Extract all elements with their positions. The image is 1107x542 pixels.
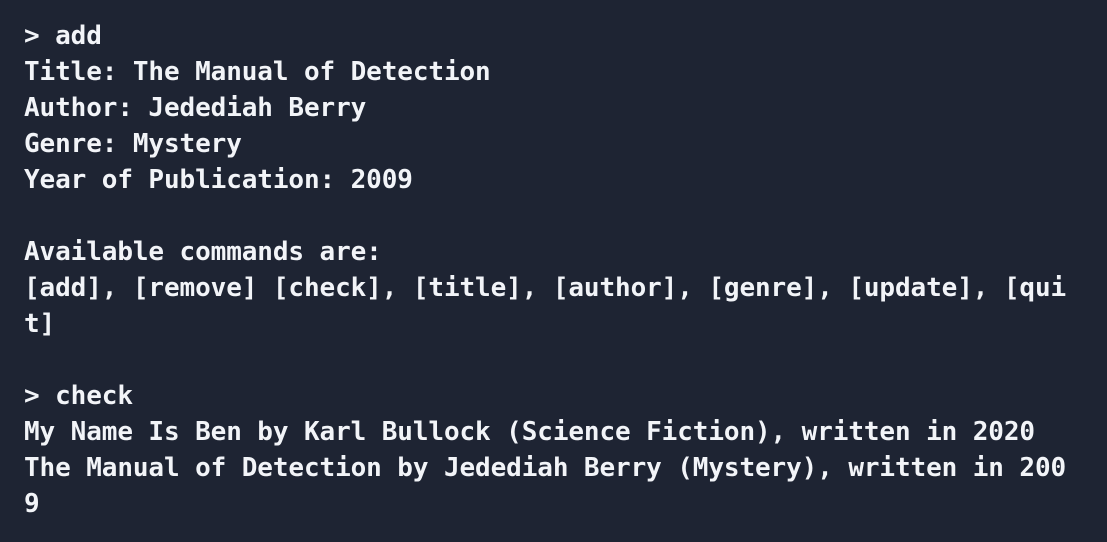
output-genre-line: Genre: Mystery [24, 129, 242, 159]
terminal-output[interactable]: > add Title: The Manual of Detection Aut… [24, 18, 1107, 522]
command-line-check: > check [24, 381, 133, 411]
check-result-book-2-wrap: 9 [24, 489, 40, 519]
output-title-line: Title: The Manual of Detection [24, 57, 491, 87]
output-year-line: Year of Publication: 2009 [24, 165, 413, 195]
available-commands-list: [add], [remove] [check], [title], [autho… [24, 273, 1067, 303]
available-commands-heading: Available commands are: [24, 237, 382, 267]
command-line-add: > add [24, 21, 102, 51]
available-commands-list-wrap: t] [24, 309, 56, 339]
check-result-book-2: The Manual of Detection by Jedediah Berr… [24, 453, 1067, 483]
output-author-line: Author: Jedediah Berry [24, 93, 367, 123]
check-result-book-1: My Name Is Ben by Karl Bullock (Science … [24, 417, 1035, 447]
